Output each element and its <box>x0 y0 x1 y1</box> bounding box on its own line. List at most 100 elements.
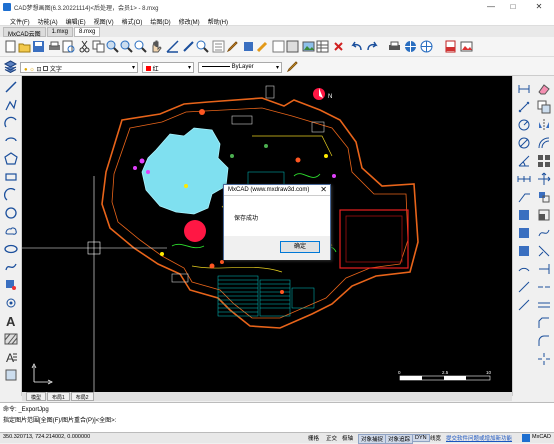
array-icon[interactable] <box>537 154 551 168</box>
rectangle-icon[interactable] <box>4 170 18 184</box>
explode-icon[interactable] <box>537 352 551 366</box>
ok-button[interactable]: 确定 <box>280 241 320 253</box>
dim-diameter-icon[interactable] <box>517 136 531 150</box>
text-icon[interactable]: A <box>4 314 18 328</box>
trim-icon[interactable] <box>537 244 551 258</box>
print-preview-icon[interactable] <box>62 40 75 53</box>
extend-icon[interactable] <box>537 262 551 276</box>
lineweight-button[interactable]: 线宽 <box>430 434 441 442</box>
dim-aligned-icon[interactable] <box>517 100 531 114</box>
zoom-previous-icon[interactable] <box>196 40 209 53</box>
block-icon[interactable] <box>272 40 285 53</box>
undo-icon[interactable] <box>350 40 363 53</box>
menu-file[interactable]: 文件(F) <box>6 14 34 26</box>
open-folder-icon[interactable] <box>18 40 31 53</box>
insert-block-icon[interactable] <box>286 40 299 53</box>
globe-icon[interactable] <box>404 40 417 53</box>
arc3-icon[interactable] <box>4 188 18 202</box>
menu-format[interactable]: 格式(O) <box>118 14 147 26</box>
dim-radius-icon[interactable] <box>517 118 531 132</box>
eraser-icon[interactable] <box>537 82 551 96</box>
polar-button[interactable]: 极轴 <box>342 434 353 442</box>
feedback-link[interactable]: 提交软件问题或增加新功能 <box>446 434 512 442</box>
stretch-icon[interactable] <box>537 226 551 240</box>
print-icon[interactable] <box>48 40 61 53</box>
scale-icon[interactable] <box>537 208 551 222</box>
arc-icon[interactable] <box>4 116 18 130</box>
polyline-icon[interactable] <box>4 98 18 112</box>
ortho-button[interactable]: 正交 <box>326 434 337 442</box>
layers-icon[interactable] <box>4 60 17 73</box>
center-mark-icon[interactable] <box>517 226 531 240</box>
mirror-icon[interactable] <box>537 118 551 132</box>
zoom-realtime-icon[interactable] <box>134 40 147 53</box>
edit-pen-icon[interactable] <box>226 40 239 53</box>
menu-view[interactable]: 视图(V) <box>90 14 118 26</box>
dim-continue-icon[interactable] <box>517 172 531 186</box>
save-icon[interactable] <box>32 40 45 53</box>
properties-icon[interactable] <box>212 40 225 53</box>
pdf-icon[interactable] <box>444 40 457 53</box>
tab-layout2[interactable]: 布局2 <box>70 392 94 401</box>
new-file-icon[interactable] <box>4 40 17 53</box>
menu-help[interactable]: 帮助(H) <box>204 14 232 26</box>
layer-manager-icon[interactable] <box>242 40 255 53</box>
export-image-icon[interactable] <box>460 40 473 53</box>
fillet-icon[interactable] <box>537 334 551 348</box>
join-icon[interactable] <box>537 298 551 312</box>
region-icon[interactable] <box>4 368 18 382</box>
menu-modify[interactable]: 修改(M) <box>175 14 204 26</box>
command-window[interactable]: 命令: _ExportJpg 指定图片范围[全图(F)/图片重合(P)]<全图>… <box>0 402 554 432</box>
circle-icon[interactable] <box>4 206 18 220</box>
pencil-icon[interactable] <box>286 60 299 73</box>
rotate-icon[interactable] <box>537 190 551 204</box>
mtext-icon[interactable]: A <box>4 350 18 364</box>
menu-edit[interactable]: 编辑(E) <box>62 14 90 26</box>
cut-icon[interactable] <box>78 40 91 53</box>
copy-object-icon[interactable] <box>537 100 551 114</box>
dim-linear-icon[interactable] <box>517 82 531 96</box>
zoom-extents-icon[interactable] <box>120 40 133 53</box>
image-icon[interactable] <box>302 40 315 53</box>
ellipse-icon[interactable] <box>4 242 18 256</box>
plot-icon[interactable] <box>388 40 401 53</box>
grid-button[interactable]: 栅格 <box>308 434 319 442</box>
measure-icon[interactable] <box>182 40 195 53</box>
dim-angular-icon[interactable] <box>517 154 531 168</box>
break-icon[interactable] <box>537 280 551 294</box>
quick-dim-icon[interactable] <box>517 244 531 258</box>
polygon-icon[interactable] <box>4 152 18 166</box>
baseline-icon[interactable] <box>517 298 531 312</box>
dyn-button[interactable]: DYN <box>412 434 430 442</box>
layer-select[interactable]: ● ☼ ⊡ 文字 ▾ <box>20 62 138 73</box>
web-icon[interactable] <box>420 40 433 53</box>
tab-1-mxg[interactable]: 1.mxg <box>46 27 74 37</box>
menu-draw[interactable]: 绘图(D) <box>146 14 174 26</box>
tab-8-mxg[interactable]: 8.mxg <box>74 27 101 37</box>
block-insert-icon[interactable] <box>4 278 18 292</box>
revcloud-icon[interactable] <box>4 224 18 238</box>
tolerance-icon[interactable] <box>517 208 531 222</box>
offset-icon[interactable] <box>537 136 551 150</box>
dialog-close-button[interactable]: ✕ <box>320 186 327 194</box>
linetype-select[interactable]: ByLayer ▾ <box>198 62 282 73</box>
menu-function[interactable]: 功能(A) <box>34 14 62 26</box>
move-icon[interactable] <box>537 172 551 186</box>
tab-model[interactable]: 模型 <box>26 392 47 401</box>
point-icon[interactable] <box>4 296 18 310</box>
tab-mxcad-cloud[interactable]: MxCAD云图 <box>3 27 46 38</box>
maximize-button[interactable]: □ <box>504 1 522 13</box>
close-button[interactable]: ✕ <box>530 1 548 13</box>
redo-icon[interactable] <box>366 40 379 53</box>
line-icon[interactable] <box>4 80 18 94</box>
minimize-button[interactable]: — <box>482 1 500 13</box>
match-properties-icon[interactable] <box>256 40 269 53</box>
delete-icon[interactable] <box>332 40 345 53</box>
copy-icon[interactable] <box>92 40 105 53</box>
ordinate-icon[interactable] <box>517 280 531 294</box>
leader-icon[interactable] <box>517 190 531 204</box>
table-icon[interactable] <box>316 40 329 53</box>
arc-length-icon[interactable] <box>517 262 531 276</box>
zoom-window-icon[interactable] <box>106 40 119 53</box>
ellipse-arc-icon[interactable] <box>4 134 18 148</box>
